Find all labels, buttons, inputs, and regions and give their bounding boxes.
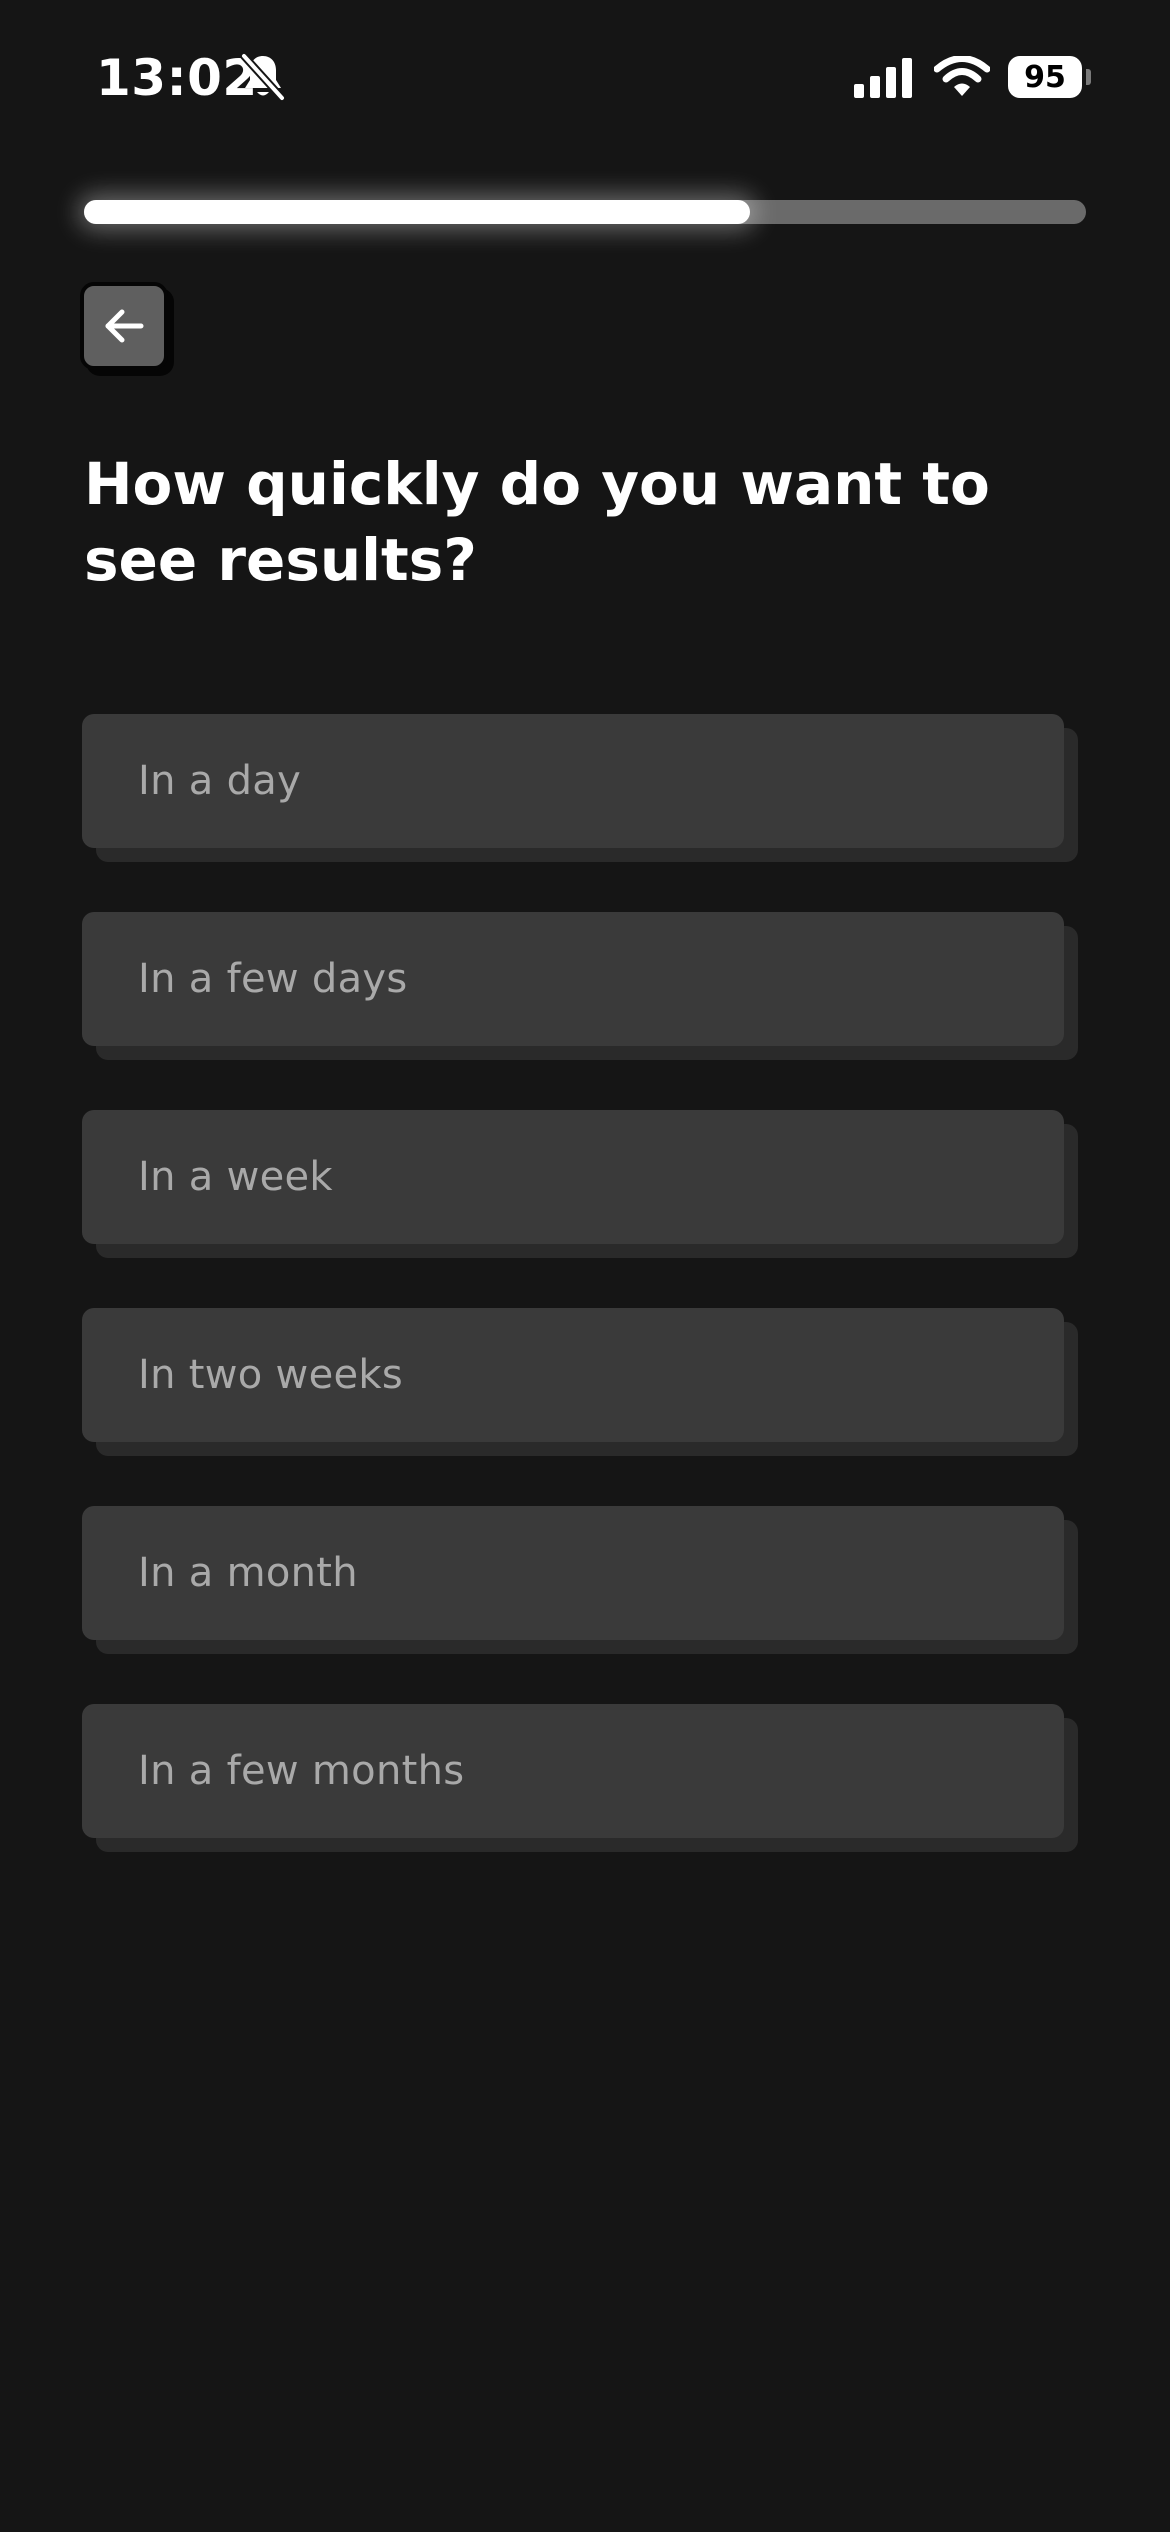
option-in-two-weeks[interactable]: In two weeks <box>82 1308 1064 1442</box>
progress-bar <box>84 200 1086 224</box>
option-label: In two weeks <box>138 1352 403 1398</box>
screen: 13:02 95 How quickly do you want to see … <box>0 0 1170 2532</box>
option-in-a-week[interactable]: In a week <box>82 1110 1064 1244</box>
option-in-a-month[interactable]: In a month <box>82 1506 1064 1640</box>
battery-icon: 95 <box>1008 56 1091 98</box>
status-time: 13:02 <box>96 49 258 107</box>
battery-tip <box>1086 69 1091 85</box>
option-label: In a few days <box>138 956 408 1002</box>
wifi-icon <box>934 56 990 96</box>
option-in-a-few-months[interactable]: In a few months <box>82 1704 1064 1838</box>
battery-level: 95 <box>1008 56 1082 98</box>
option-label: In a day <box>138 758 302 804</box>
bell-slash-icon <box>240 52 286 102</box>
back-button[interactable] <box>80 282 168 370</box>
option-label: In a few months <box>138 1748 465 1794</box>
options-list: In a day In a few days In a week In two … <box>82 714 1082 1902</box>
option-label: In a week <box>138 1154 333 1200</box>
progress-fill <box>84 200 751 224</box>
option-label: In a month <box>138 1550 358 1596</box>
option-in-a-few-days[interactable]: In a few days <box>82 912 1064 1046</box>
arrow-left-icon <box>105 309 144 343</box>
cellular-signal-icon <box>854 58 912 98</box>
status-bar: 13:02 95 <box>0 0 1170 150</box>
option-in-a-day[interactable]: In a day <box>82 714 1064 848</box>
question-title: How quickly do you want to see results? <box>84 450 990 594</box>
